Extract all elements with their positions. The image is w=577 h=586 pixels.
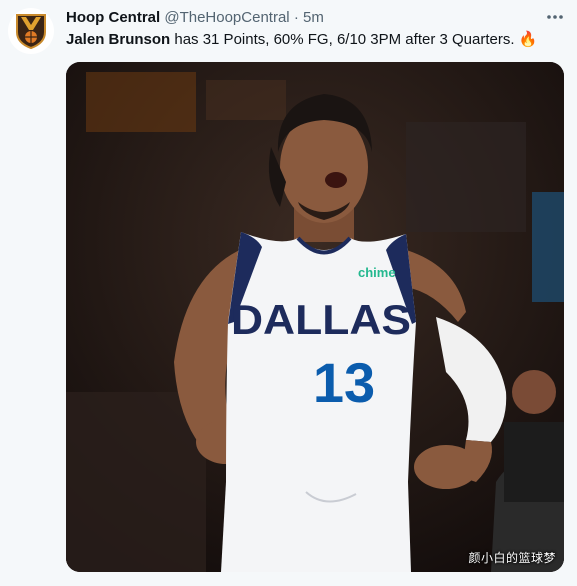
- jersey-number: 13: [313, 351, 375, 414]
- timestamp[interactable]: 5m: [303, 9, 324, 26]
- hoop-central-logo: [16, 14, 46, 50]
- tweet-text: Jalen Brunson has 31 Points, 60% FG, 6/1…: [66, 30, 566, 50]
- watermark: 颜小白的篮球梦: [468, 551, 556, 565]
- tweet-card[interactable]: Hoop Central @TheHoopCentral · 5m Jalen …: [0, 0, 577, 586]
- avatar[interactable]: [8, 8, 54, 54]
- jersey-team-name: DALLAS: [231, 296, 411, 343]
- tweet-body: has 31 Points, 60% FG, 6/10 3PM after 3 …: [170, 31, 519, 48]
- player-photo: chime DALLAS 13: [66, 62, 564, 572]
- more-dots-icon: [547, 15, 563, 19]
- tweet-header: Hoop Central @TheHoopCentral · 5m: [66, 8, 324, 28]
- handle[interactable]: @TheHoopCentral: [164, 9, 289, 26]
- fire-icon: 🔥: [518, 31, 538, 48]
- more-options-button[interactable]: [543, 8, 567, 26]
- separator: ·: [293, 9, 299, 26]
- sponsor-logo: chime: [358, 265, 396, 280]
- player-name: Jalen Brunson: [66, 31, 171, 48]
- tweet-photo[interactable]: chime DALLAS 13 颜小白的篮球梦: [66, 62, 564, 572]
- display-name[interactable]: Hoop Central: [66, 9, 160, 26]
